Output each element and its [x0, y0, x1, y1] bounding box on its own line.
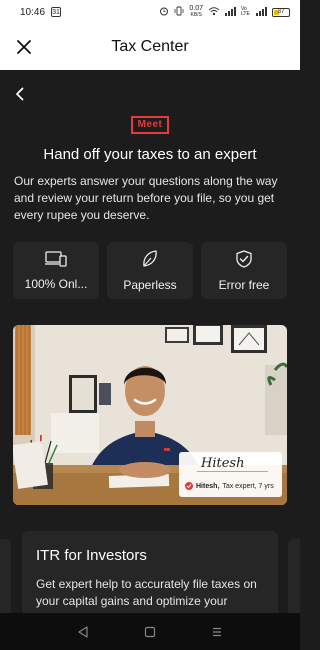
net-speed: 0.07 KB/S: [189, 5, 203, 18]
feature-label: 100% Onl...: [24, 276, 88, 291]
expert-caption: Hitesh, Tax expert, 7 yrs: [185, 482, 274, 490]
feature-paperless: Paperless: [107, 242, 193, 299]
devices-icon: [45, 250, 67, 267]
status-time: 10:46: [20, 6, 46, 18]
battery-level: 37: [277, 9, 285, 15]
status-icons: 0.07 KB/S Vo LTE 37: [159, 5, 290, 19]
back-button[interactable]: [10, 84, 30, 104]
nav-recents-button[interactable]: [205, 620, 229, 644]
expert-role: Tax expert, 7 yrs: [222, 482, 274, 490]
nav-back-button[interactable]: [71, 620, 95, 644]
vibrate-icon: [174, 6, 184, 18]
battery-icon: 37: [272, 7, 290, 17]
plan-carousel[interactable]: ITR for Investors Get expert help to acc…: [0, 531, 300, 613]
expert-signature: Hitesh: [201, 456, 245, 471]
plan-card-next[interactable]: [288, 539, 300, 613]
app-header: Tax Center: [0, 24, 300, 70]
plan-title: ITR for Investors: [36, 547, 147, 564]
wifi-icon: [208, 6, 220, 18]
page-title: Tax Center: [111, 38, 189, 55]
plan-card-previous[interactable]: [0, 539, 11, 613]
signature-line: [197, 471, 268, 472]
system-nav-bar: [0, 613, 300, 650]
volte-label: Vo LTE: [241, 6, 250, 17]
expert-photo: Hitesh Hitesh, Tax expert, 7 yrs: [13, 325, 287, 505]
expert-name: Hitesh,: [196, 482, 220, 490]
feature-list: 100% Onl... Paperless Error free: [13, 242, 287, 299]
shield-check-icon: [236, 249, 252, 268]
nav-home-button[interactable]: [138, 620, 162, 644]
feature-label: Error free: [218, 277, 270, 292]
signal-icon-2: [256, 6, 267, 18]
nav-recents-icon: [212, 627, 221, 636]
meet-logo: Meet: [130, 116, 170, 134]
main-content[interactable]: Meet Hand off your taxes to an expert Ou…: [0, 70, 300, 613]
verified-check-icon: [185, 482, 193, 490]
expert-signature-card: Hitesh Hitesh, Tax expert, 7 yrs: [179, 452, 282, 497]
nav-back-icon: [78, 625, 88, 638]
close-icon: [17, 40, 31, 54]
signal-icon: [225, 6, 236, 18]
feature-online: 100% Onl...: [13, 242, 99, 299]
hero-description: Our experts answer your questions along …: [14, 174, 278, 222]
back-arrow-icon: [16, 87, 24, 101]
nav-home-icon: [144, 626, 156, 637]
feature-error-free: Error free: [201, 242, 287, 299]
calendar-notification-icon: 31: [51, 7, 62, 17]
close-button[interactable]: [14, 37, 34, 57]
alarm-icon: [159, 6, 169, 18]
leaf-icon: [143, 249, 157, 267]
plan-card[interactable]: ITR for Investors Get expert help to acc…: [22, 531, 278, 613]
feature-label: Paperless: [123, 277, 177, 292]
status-bar: 10:46 31 0.07 KB/S Vo LTE 37: [0, 0, 300, 24]
hero-headline: Hand off your taxes to an expert: [43, 146, 257, 163]
logo-wrap: Meet: [0, 116, 300, 134]
plan-description: Get expert help to accurately file taxes…: [36, 577, 257, 608]
